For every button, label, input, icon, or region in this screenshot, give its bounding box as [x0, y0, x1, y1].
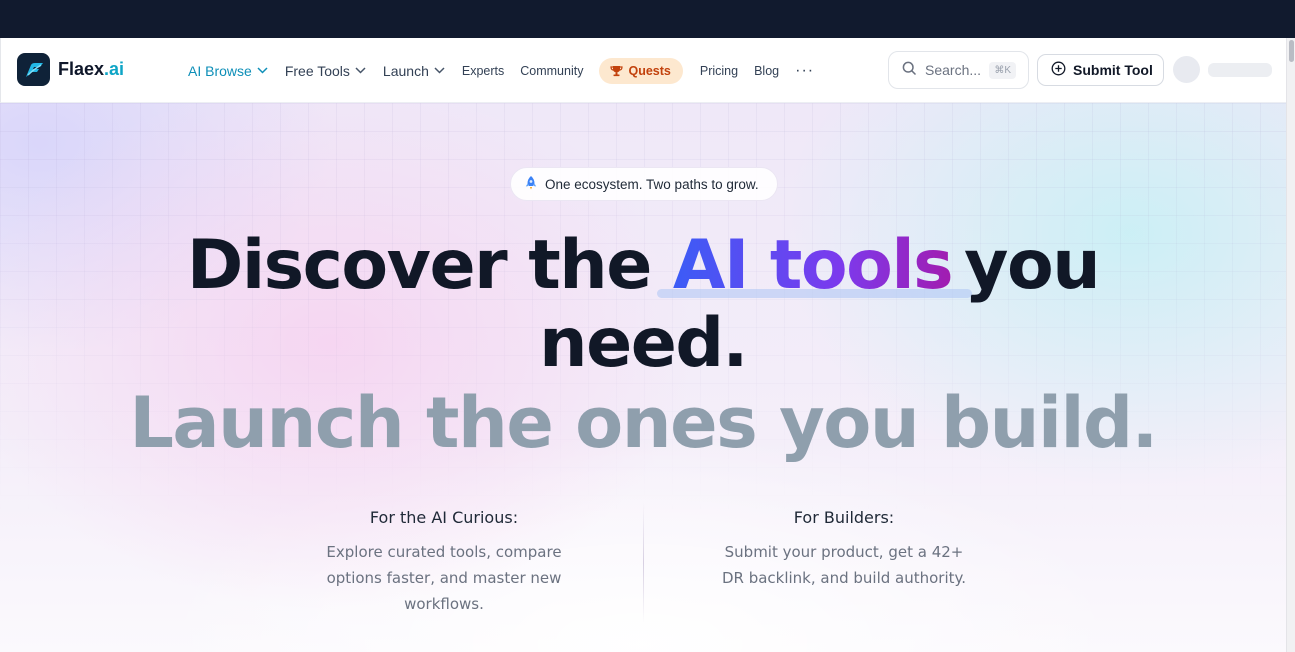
audience-curious-body: Explore curated tools, compare options f…	[326, 543, 562, 613]
main-nav: AI Browse Free Tools Launch Experts Comm…	[188, 38, 831, 103]
nav-free-tools-label: Free Tools	[284, 62, 350, 79]
audience-builders: For Builders: Submit your product, get a…	[694, 508, 994, 591]
search-shortcut-badge: ⌘K	[989, 62, 1016, 79]
nav-launch[interactable]: Launch	[383, 63, 445, 79]
chevron-down-icon	[257, 67, 268, 74]
headline-part-1: Discover the	[186, 226, 652, 305]
headline-accent: AI tools	[672, 226, 954, 305]
headline-part-3: need.	[539, 304, 748, 383]
plus-circle-icon	[1051, 61, 1066, 79]
nav-free-tools[interactable]: Free Tools	[285, 63, 366, 79]
audience-builders-body: Submit your product, get a 42+ DR backli…	[721, 543, 967, 587]
site-header: Flaex.ai AI Browse Free Tools Launch Exp…	[0, 38, 1286, 103]
nav-community[interactable]: Community	[520, 64, 583, 78]
user-name-placeholder	[1208, 63, 1272, 77]
nav-pricing[interactable]: Pricing	[700, 64, 738, 78]
nav-launch-label: Launch	[382, 62, 429, 79]
hero-badge: One ecosystem. Two paths to grow.	[510, 167, 778, 201]
scrollbar-thumb[interactable]	[1289, 40, 1294, 62]
search-placeholder: Search...	[925, 62, 982, 78]
hero-subheadline: Launch the ones you build.	[129, 382, 1158, 464]
search-box[interactable]: Search... ⌘K	[888, 51, 1029, 89]
hero-section: One ecosystem. Two paths to grow. Discov…	[0, 103, 1286, 652]
flaex-logo-icon	[17, 53, 50, 86]
audience-curious-title: For the AI Curious:	[369, 508, 519, 527]
chevron-down-icon	[434, 67, 445, 74]
headline-part-2: you	[964, 226, 1100, 305]
chevron-down-icon	[355, 67, 366, 74]
trophy-icon	[610, 65, 624, 77]
audience-curious: For the AI Curious: Explore curated tool…	[294, 508, 594, 617]
hero-badge-text: One ecosystem. Two paths to grow.	[545, 176, 759, 192]
headline-accent-wrap: AI tools	[656, 226, 973, 305]
nav-ai-browse-label: AI Browse	[188, 62, 252, 79]
column-divider	[643, 503, 644, 623]
submit-tool-button[interactable]: Submit Tool	[1037, 54, 1164, 86]
search-icon	[902, 61, 917, 80]
more-menu-icon[interactable]: ···	[795, 62, 814, 80]
hero-headline: Discover the AI tools you	[0, 228, 1286, 304]
nav-quests-label: Quests	[628, 63, 671, 78]
nav-blog[interactable]: Blog	[754, 64, 779, 78]
rocket-icon	[525, 175, 537, 193]
nav-experts[interactable]: Experts	[462, 64, 504, 78]
avatar[interactable]	[1173, 56, 1200, 83]
brand-name: Flaex.ai	[58, 59, 125, 79]
browser-top-bar	[0, 0, 1295, 38]
nav-quests[interactable]: Quests	[599, 57, 683, 84]
page-scrollbar[interactable]	[1286, 38, 1295, 652]
audience-builders-title: For Builders:	[793, 508, 895, 527]
nav-ai-browse[interactable]: AI Browse	[188, 63, 268, 79]
submit-tool-label: Submit Tool	[1073, 62, 1153, 78]
brand-logo-link[interactable]: Flaex.ai	[17, 53, 124, 86]
